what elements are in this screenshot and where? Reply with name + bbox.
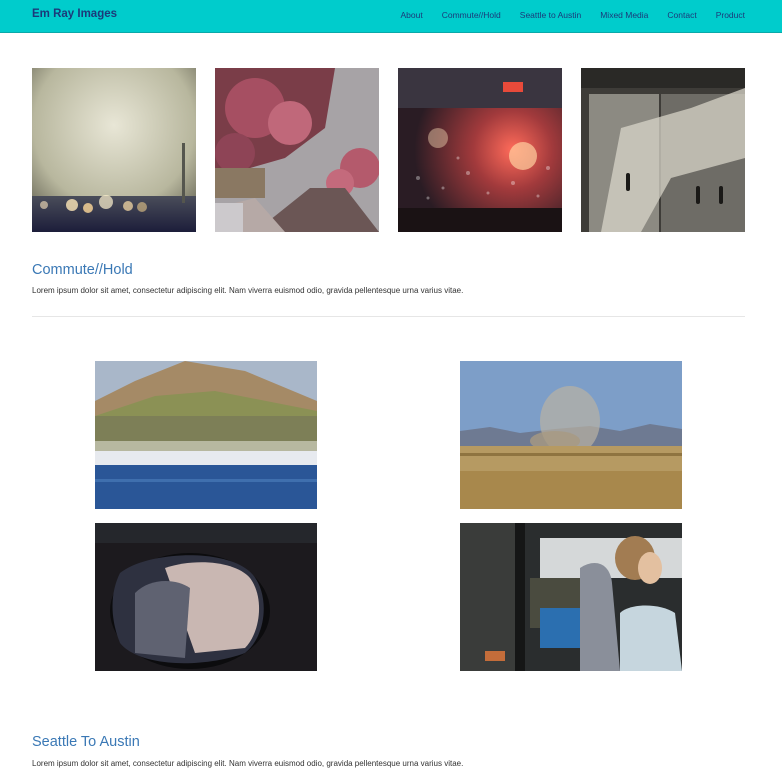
nav-link-mixed-media[interactable]: Mixed Media [600,10,648,20]
photo-metal-door-shadows[interactable] [581,68,745,232]
nav-links: About Commute//Hold Seattle to Austin Mi… [401,10,746,20]
photo-blurry-traffic-lights[interactable] [32,68,196,232]
nav-link-commute-hold[interactable]: Commute//Hold [442,10,501,20]
photo-blurred-hillside[interactable] [95,361,317,509]
section-description-commute-hold: Lorem ipsum dolor sit amet, consectetur … [32,286,464,295]
nav-link-product[interactable]: Product [716,10,745,20]
nav-link-contact[interactable]: Contact [667,10,696,20]
section-title-commute-hold: Commute//Hold [32,262,133,278]
navbar: Em Ray Images About Commute//Hold Seattl… [0,0,782,33]
brand-logo[interactable]: Em Ray Images [32,8,117,20]
section-description-seattle-to-austin: Lorem ipsum dolor sit amet, consectetur … [32,759,464,768]
photo-car-passenger[interactable] [460,523,682,671]
nav-link-seattle-to-austin[interactable]: Seattle to Austin [520,10,581,20]
nav-link-about[interactable]: About [401,10,423,20]
photo-side-mirror[interactable] [95,523,317,671]
photo-dusty-field-mountains[interactable] [460,361,682,509]
photo-rainy-windshield[interactable] [398,68,562,232]
photo-blossom-tree-street[interactable] [215,68,379,232]
section-title-seattle-to-austin: Seattle To Austin [32,734,140,750]
section-divider [32,316,745,317]
